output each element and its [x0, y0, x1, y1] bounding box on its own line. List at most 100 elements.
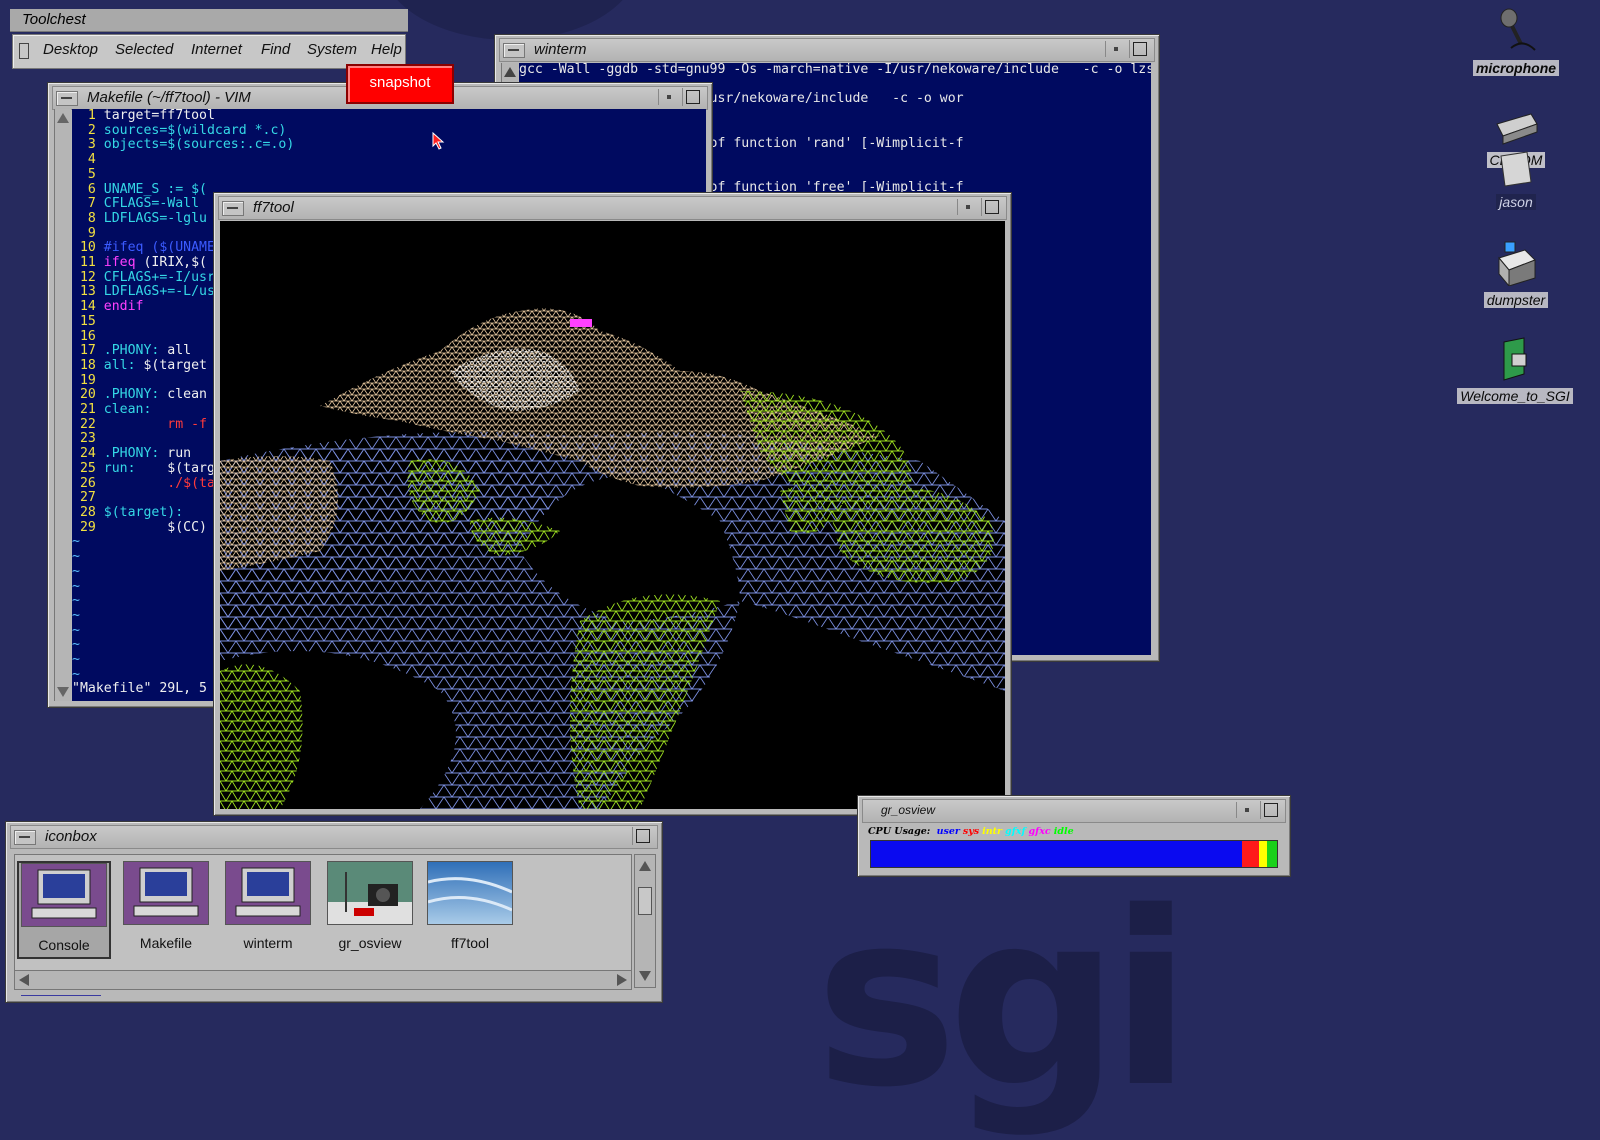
- vim-scrollbar[interactable]: [54, 109, 71, 701]
- vim-line-number: 24: [72, 446, 104, 462]
- computer-icon: [123, 861, 209, 925]
- vim-code-text: LDFLAGS=-lglu: [103, 210, 207, 226]
- scroll-down-icon[interactable]: [57, 687, 69, 697]
- vim-line-number: 8: [72, 210, 104, 226]
- vim-code-text: $(targ: [135, 460, 215, 476]
- vim-line-number: 20: [72, 387, 104, 403]
- vim-code-text: sources=$(wildcard *.c): [103, 122, 287, 138]
- iconbox-item-gr-osview[interactable]: gr_osview: [325, 861, 415, 951]
- vim-line-number: 29: [72, 519, 104, 535]
- iconbox-item-ff7tool[interactable]: ff7tool: [425, 861, 515, 951]
- iconbox-label: Makefile: [139, 935, 193, 951]
- vim-code-text: (IRIX,$(: [135, 255, 207, 271]
- vim-code-text: rm -f: [103, 416, 207, 432]
- minimize-icon[interactable]: [1236, 802, 1257, 818]
- toolchest-system[interactable]: System: [307, 41, 357, 58]
- iconbox-label: Console: [38, 937, 90, 953]
- desktop-icon-welcome[interactable]: Welcome_to_SGI: [1426, 336, 1600, 405]
- snapshot-button[interactable]: snapshot: [346, 64, 454, 104]
- minimize-icon[interactable]: [1105, 41, 1126, 57]
- vim-line-number: 11: [72, 255, 104, 271]
- vim-line-number: 3: [72, 137, 104, 153]
- toolchest-find[interactable]: Find: [261, 41, 290, 58]
- desktop-icon-label: Welcome_to_SGI: [1457, 388, 1573, 404]
- vim-code-text: .PHONY:: [103, 343, 160, 359]
- window-menu-icon[interactable]: [14, 830, 36, 845]
- gr-osview-titlebar[interactable]: gr_osview: [862, 799, 1286, 823]
- desktop-icon-dumpster[interactable]: dumpster: [1456, 240, 1576, 309]
- iconbox-item-console[interactable]: Console: [17, 861, 111, 959]
- window-title: winterm: [534, 41, 587, 58]
- maximize-icon[interactable]: [981, 198, 1002, 216]
- vim-line-number: 12: [72, 269, 104, 285]
- winterm-titlebar[interactable]: winterm: [499, 38, 1155, 62]
- vim-line-number: 1: [72, 109, 104, 123]
- vim-line-number: 14: [72, 299, 104, 315]
- vim-code-text: .PHONY:: [103, 446, 160, 462]
- vim-line-number: 18: [72, 357, 104, 373]
- toolchest-desktop[interactable]: Desktop: [43, 41, 98, 58]
- sky-icon: [427, 861, 513, 925]
- scroll-up-icon[interactable]: [639, 861, 651, 871]
- iconbox-item-winterm[interactable]: winterm: [223, 861, 313, 951]
- window-menu-icon[interactable]: [222, 201, 244, 216]
- window-menu-icon[interactable]: [56, 91, 78, 106]
- maximize-icon[interactable]: [632, 827, 653, 845]
- vim-line: 4: [72, 152, 706, 168]
- ff7tool-titlebar[interactable]: ff7tool: [218, 196, 1007, 220]
- vim-line-number: 13: [72, 284, 104, 300]
- iconbox-label: winterm: [243, 935, 293, 951]
- vim-line-number: 4: [72, 152, 104, 168]
- toolchest-grip-icon[interactable]: [19, 43, 29, 59]
- vim-code-text: UNAME_S := $(: [103, 181, 207, 197]
- scroll-up-icon[interactable]: [504, 67, 516, 77]
- vim-line-number: 7: [72, 196, 104, 212]
- desktop-icon-label: jason: [1496, 194, 1536, 210]
- maximize-icon[interactable]: [682, 88, 703, 106]
- scroll-down-icon[interactable]: [639, 971, 651, 981]
- iconbox-hscroll[interactable]: [14, 970, 632, 990]
- toolchest-title: Toolchest: [10, 9, 408, 32]
- scroll-up-icon[interactable]: [57, 113, 69, 123]
- window-title: iconbox: [45, 828, 97, 845]
- iconbox-item-makefile[interactable]: Makefile: [121, 861, 211, 951]
- iconbox-panel: Console Makefile winterm gr_osview ff7to…: [14, 854, 632, 996]
- desktop-icon-jason[interactable]: jason: [1456, 150, 1576, 211]
- toolchest-selected[interactable]: Selected: [115, 41, 173, 58]
- vim-code-text: run: [159, 446, 192, 462]
- maximize-icon[interactable]: [1129, 40, 1150, 58]
- vim-line-number: 6: [72, 181, 104, 197]
- minimize-icon[interactable]: [957, 199, 978, 215]
- desktop-icon-microphone[interactable]: microphone: [1456, 8, 1576, 77]
- vim-code-text: $(target):: [103, 504, 184, 520]
- computer-icon: [21, 863, 107, 927]
- toolchest: Toolchest Desktop Selected Internet Find…: [10, 9, 408, 71]
- window-menu-icon[interactable]: [503, 43, 525, 58]
- minimize-icon[interactable]: [658, 89, 679, 105]
- vim-code-text: endif: [103, 299, 144, 315]
- cpu-legend-user: user: [936, 826, 960, 837]
- iconbox-vscroll[interactable]: [634, 854, 656, 988]
- maximize-icon[interactable]: [1260, 801, 1281, 819]
- vim-line: 1 target=ff7tool: [72, 109, 706, 124]
- selection-underline: [21, 995, 101, 996]
- vim-code-text: clean:: [103, 402, 152, 418]
- computer-icon: [225, 861, 311, 925]
- window-title: gr_osview: [881, 803, 936, 817]
- toolchest-help[interactable]: Help: [371, 41, 402, 58]
- scroll-right-icon[interactable]: [617, 974, 627, 986]
- vim-code-text: clean: [159, 387, 207, 403]
- vim-code-text: CFLAGS+=-I/usr: [103, 269, 215, 285]
- ff7tool-3d-viewport[interactable]: [220, 221, 1005, 809]
- vim-code-text: .PHONY:: [103, 387, 160, 403]
- vim-line-number: 28: [72, 504, 104, 520]
- iconbox-titlebar[interactable]: iconbox: [10, 825, 658, 849]
- vim-code-text: objects=$(sources:.c=.o): [103, 137, 295, 153]
- terminal-line: gcc -Wall -ggdb -std=gnu99 -Os -march=na…: [519, 63, 1151, 77]
- microphone-icon: [1500, 8, 1536, 51]
- toolchest-internet[interactable]: Internet: [191, 41, 242, 58]
- vim-code-text: LDFLAGS+=-L/us: [103, 284, 215, 300]
- scroll-left-icon[interactable]: [19, 974, 29, 986]
- scroll-thumb[interactable]: [638, 887, 652, 915]
- welcome-icon: [1503, 337, 1527, 381]
